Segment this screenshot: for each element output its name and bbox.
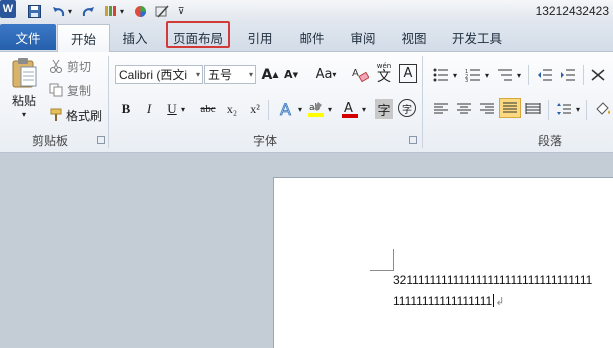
shrink-font-button[interactable]: A ▼	[282, 65, 300, 84]
subscript-button[interactable]: x₂	[222, 99, 242, 119]
word-logo-icon: W	[0, 0, 16, 18]
svg-text:A: A	[352, 68, 359, 79]
font-color-dropdown-icon[interactable]: ▾	[360, 102, 368, 116]
chinese-layout-icon[interactable]	[588, 65, 610, 85]
paste-icon[interactable]	[8, 56, 40, 90]
divider	[583, 65, 584, 85]
clipboard-launcher-icon[interactable]	[97, 136, 105, 144]
cut-button[interactable]: 剪切	[66, 58, 92, 74]
svg-text:3: 3	[465, 78, 468, 82]
crop-mark-vertical	[393, 249, 394, 271]
page-layout-highlight-box	[166, 21, 230, 48]
tab-file[interactable]: 文件	[0, 24, 56, 50]
line-spacing-dropdown-icon[interactable]: ▾	[574, 104, 582, 114]
grow-font-label: A	[261, 66, 273, 83]
copy-icon[interactable]	[48, 82, 64, 98]
decrease-indent-icon[interactable]	[534, 65, 556, 85]
clear-formatting-icon[interactable]: A	[350, 63, 370, 84]
numbering-icon[interactable]: 123	[462, 65, 484, 85]
tab-insert[interactable]: 插入	[112, 24, 158, 50]
format-painter-icon[interactable]	[48, 107, 64, 123]
divider	[586, 100, 587, 120]
divider	[528, 65, 529, 85]
line-spacing-icon[interactable]	[553, 99, 575, 119]
title-bar: W ▾ ▾ ⊽ 13212432423	[0, 0, 613, 24]
text-effects-icon[interactable]: A	[276, 98, 298, 120]
shrink-font-label: A	[284, 68, 293, 81]
highlight-dropdown-icon[interactable]: ▾	[326, 102, 334, 116]
paragraph-group-label: 段落	[537, 134, 562, 148]
undo-dropdown-icon[interactable]: ▾	[66, 3, 74, 20]
divider	[108, 56, 109, 148]
align-right-icon[interactable]	[476, 99, 498, 119]
bullets-icon[interactable]	[430, 65, 452, 85]
bullets-dropdown-icon[interactable]: ▾	[451, 70, 459, 80]
tab-mailings[interactable]: 邮件	[290, 24, 334, 50]
font-size-value: 五号	[208, 68, 233, 82]
character-border-button[interactable]: A	[399, 64, 417, 83]
font-color-icon[interactable]: A	[340, 98, 360, 120]
redo-icon[interactable]	[80, 3, 96, 20]
document-area: 3211111111111111111111111111111111 11111…	[0, 153, 613, 348]
font-name-select[interactable]: Calibri (西文i ▾	[115, 65, 203, 84]
quick-dropdown-icon[interactable]: ▾	[118, 3, 126, 20]
svg-text:A: A	[344, 101, 353, 116]
justify-icon[interactable]	[499, 98, 521, 118]
enclose-characters-button[interactable]: 字	[398, 99, 416, 117]
align-center-icon[interactable]	[453, 99, 475, 119]
tab-references[interactable]: 引用	[238, 24, 282, 50]
divider	[422, 56, 423, 148]
user-id: 13212432423	[535, 4, 609, 18]
distribute-icon[interactable]	[522, 99, 544, 119]
tab-view[interactable]: 视图	[392, 24, 436, 50]
font-launcher-icon[interactable]	[409, 136, 417, 144]
superscript-button[interactable]: x²	[245, 99, 265, 119]
svg-text:A: A	[280, 100, 291, 118]
italic-button[interactable]: I	[139, 99, 159, 119]
format-painter-quick-icon[interactable]	[102, 3, 118, 20]
format-painter-button[interactable]: 格式刷	[65, 107, 103, 123]
font-name-value: Calibri (西文i	[119, 68, 188, 82]
paste-button[interactable]: 粘贴	[6, 92, 42, 108]
text-effects-dropdown-icon[interactable]: ▾	[296, 102, 304, 116]
change-case-label: Aa	[315, 67, 333, 82]
underline-dropdown-icon[interactable]: ▾	[178, 99, 188, 119]
document-text-line-2[interactable]: 11111111111111111 ↲	[393, 294, 504, 308]
pinyin-guide-button[interactable]: wén 文	[374, 61, 394, 85]
highlight-color-icon[interactable]: ab	[306, 98, 326, 120]
multilevel-list-icon[interactable]	[494, 65, 516, 85]
align-left-icon[interactable]	[430, 99, 452, 119]
change-case-button[interactable]: Aa ▾	[312, 65, 340, 84]
document-page[interactable]: 3211111111111111111111111111111111 11111…	[273, 177, 613, 348]
customize-quick-access-icon[interactable]: ⊽	[176, 3, 186, 20]
divider	[548, 100, 549, 120]
divider	[268, 100, 269, 120]
multilevel-dropdown-icon[interactable]: ▾	[515, 70, 523, 80]
ribbon-tabs: 文件 开始 插入 页面布局 引用 邮件 审阅 视图 开发工具	[0, 24, 613, 52]
character-shading-button[interactable]: 字	[375, 99, 393, 119]
shading-bucket-icon[interactable]	[592, 99, 613, 119]
draw-table-icon[interactable]	[154, 3, 170, 20]
cut-icon[interactable]	[48, 58, 64, 74]
strikethrough-button[interactable]: abc	[196, 99, 220, 119]
grow-font-button[interactable]: A ▲	[261, 65, 279, 84]
document-text-line-1[interactable]: 3211111111111111111111111111111111	[393, 273, 592, 287]
color-wheel-icon[interactable]	[132, 3, 148, 20]
paste-dropdown-icon[interactable]: ▾	[16, 109, 32, 119]
tab-review[interactable]: 审阅	[341, 24, 385, 50]
crop-mark-horizontal	[370, 270, 393, 271]
save-icon[interactable]	[26, 3, 42, 20]
numbering-dropdown-icon[interactable]: ▾	[483, 70, 491, 80]
bold-button[interactable]: B	[116, 99, 136, 119]
font-size-select[interactable]: 五号 ▾	[204, 65, 256, 84]
paragraph-mark-icon: ↲	[495, 296, 505, 308]
increase-indent-icon[interactable]	[557, 65, 579, 85]
line-2-text: 11111111111111111	[393, 294, 493, 308]
ribbon-home: 粘贴 ▾ 剪切 复制 格式刷 剪贴板 Calibri (西文i ▾ 五号 ▾ A ▲ …	[0, 52, 613, 153]
copy-button[interactable]: 复制	[66, 82, 92, 98]
clipboard-group-label: 剪贴板	[31, 134, 68, 148]
tab-home[interactable]: 开始	[57, 24, 110, 52]
tab-developer[interactable]: 开发工具	[444, 24, 510, 50]
font-group-label: 字体	[252, 134, 277, 148]
